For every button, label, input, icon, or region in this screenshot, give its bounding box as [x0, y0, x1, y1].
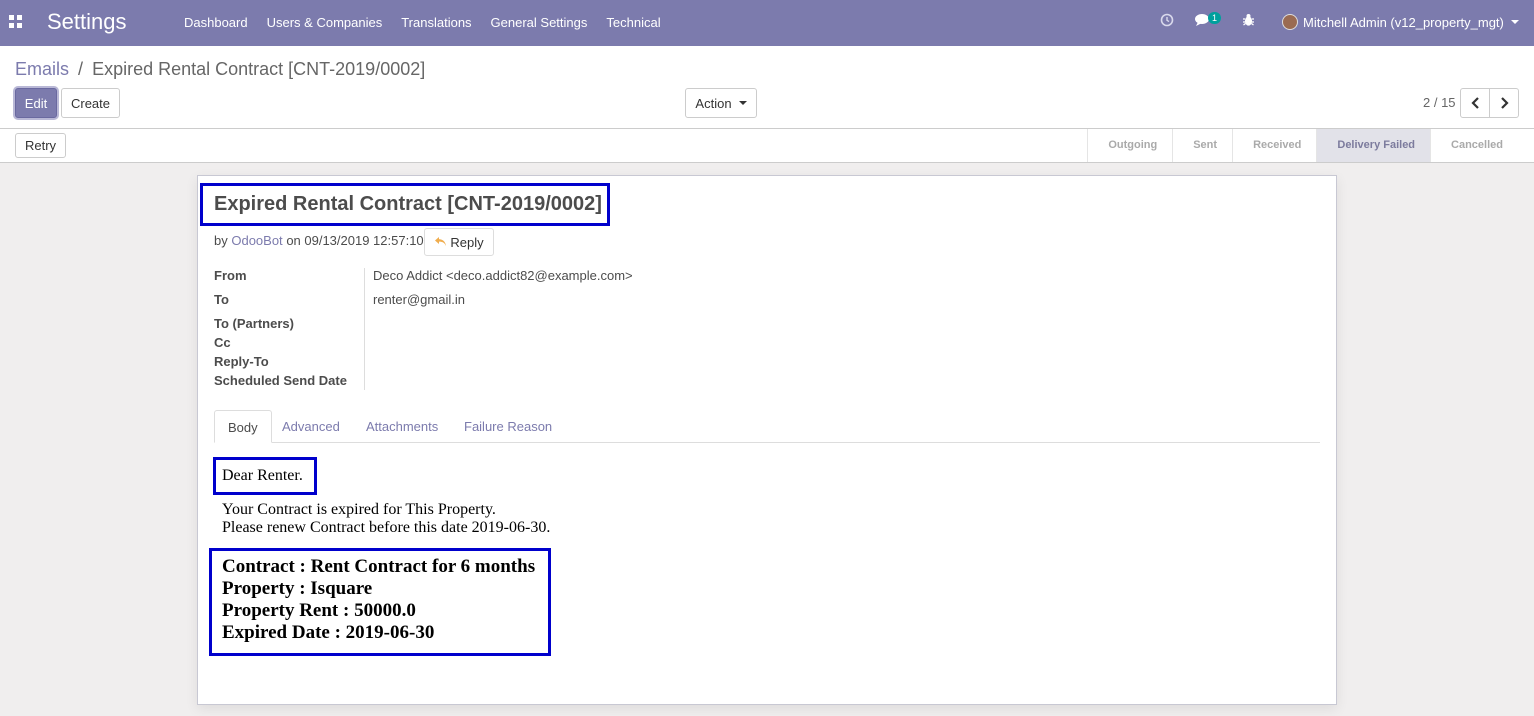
activity-clock-icon[interactable] — [1160, 13, 1174, 30]
breadcrumb-separator: / — [78, 59, 84, 79]
apps-menu-icon[interactable] — [9, 15, 22, 28]
body-expired-date: Expired Date : 2019-06-30 — [222, 622, 435, 643]
reply-icon — [434, 235, 447, 250]
body-line-2: Please renew Contract before this date 2… — [222, 519, 551, 536]
body-rent: Property Rent : 50000.0 — [222, 600, 416, 621]
cc-label: Cc — [214, 335, 231, 350]
avatar — [1282, 14, 1298, 30]
action-label: Action — [695, 95, 732, 111]
create-button[interactable]: Create — [61, 88, 120, 118]
edit-button[interactable]: Edit — [15, 88, 57, 118]
stage-delivery-failed[interactable]: Delivery Failed — [1316, 129, 1431, 162]
top-navbar: Settings Dashboard Users & Companies Tra… — [0, 0, 1534, 46]
menu-general-settings[interactable]: General Settings — [491, 15, 588, 30]
by-prefix: by — [214, 233, 228, 248]
pager-previous-button[interactable] — [1460, 88, 1490, 118]
body-greeting: Dear Renter. — [222, 467, 303, 484]
form-sheet: Expired Rental Contract [CNT-2019/0002] … — [197, 175, 1337, 705]
email-byline: by OdooBot on 09/13/2019 12:57:10 — [214, 233, 424, 248]
app-title[interactable]: Settings — [47, 9, 127, 35]
breadcrumb-current: Expired Rental Contract [CNT-2019/0002] — [92, 59, 426, 79]
chevron-left-icon — [1470, 97, 1479, 109]
breadcrumb-parent[interactable]: Emails — [15, 59, 69, 79]
email-date: on 09/13/2019 12:57:10 — [286, 233, 424, 248]
notebook-tabs: Body Advanced Attachments Failure Reason — [214, 410, 1320, 443]
email-subject: Expired Rental Contract [CNT-2019/0002] — [214, 193, 602, 215]
messages-badge: 1 — [1208, 12, 1222, 24]
breadcrumb: Emails / Expired Rental Contract [CNT-20… — [15, 59, 425, 80]
user-name: Mitchell Admin (v12_property_mgt) — [1303, 14, 1504, 30]
stage-cancelled[interactable]: Cancelled — [1430, 129, 1518, 162]
menu-users-companies[interactable]: Users & Companies — [267, 15, 383, 30]
form-statusbar: Retry Outgoing Sent Received Delivery Fa… — [0, 129, 1534, 163]
user-menu[interactable]: Mitchell Admin (v12_property_mgt) — [1282, 14, 1519, 30]
reply-to-label: Reply-To — [214, 354, 269, 369]
scheduled-send-date-label: Scheduled Send Date — [214, 373, 347, 388]
from-label: From — [214, 268, 247, 283]
main-menu: Dashboard Users & Companies Translations… — [184, 15, 680, 30]
debug-bug-icon[interactable] — [1242, 13, 1255, 30]
tab-attachments[interactable]: Attachments — [353, 410, 451, 443]
body-line-1: Your Contract is expired for This Proper… — [222, 501, 496, 518]
tab-failure-reason[interactable]: Failure Reason — [451, 410, 565, 443]
to-label: To — [214, 292, 229, 307]
action-dropdown[interactable]: Action — [685, 88, 757, 118]
from-value: Deco Addict <deco.addict82@example.com> — [373, 268, 633, 283]
pager-next-button[interactable] — [1489, 88, 1519, 118]
tab-body[interactable]: Body — [214, 410, 272, 443]
control-panel: Emails / Expired Rental Contract [CNT-20… — [0, 46, 1534, 129]
pager-value: 2 / 15 — [1423, 95, 1456, 110]
reply-button[interactable]: Reply — [424, 228, 494, 256]
body-property: Property : Isquare — [222, 578, 373, 599]
chevron-down-icon — [1510, 20, 1519, 24]
stage-received[interactable]: Received — [1232, 129, 1316, 162]
fields-divider — [364, 268, 365, 390]
stage-outgoing[interactable]: Outgoing — [1087, 129, 1172, 162]
chevron-right-icon — [1500, 97, 1509, 109]
to-value: renter@gmail.in — [373, 292, 465, 307]
menu-dashboard[interactable]: Dashboard — [184, 15, 248, 30]
chevron-down-icon — [738, 101, 747, 105]
stage-sent[interactable]: Sent — [1172, 129, 1232, 162]
menu-translations[interactable]: Translations — [401, 15, 471, 30]
retry-button[interactable]: Retry — [15, 133, 66, 158]
to-partners-label: To (Partners) — [214, 316, 294, 331]
author-link[interactable]: OdooBot — [231, 233, 282, 248]
status-stages: Outgoing Sent Received Delivery Failed C… — [1087, 129, 1518, 162]
body-contract: Contract : Rent Contract for 6 months — [222, 556, 536, 577]
tab-advanced[interactable]: Advanced — [269, 410, 353, 443]
reply-label: Reply — [450, 234, 484, 250]
menu-technical[interactable]: Technical — [606, 15, 660, 30]
